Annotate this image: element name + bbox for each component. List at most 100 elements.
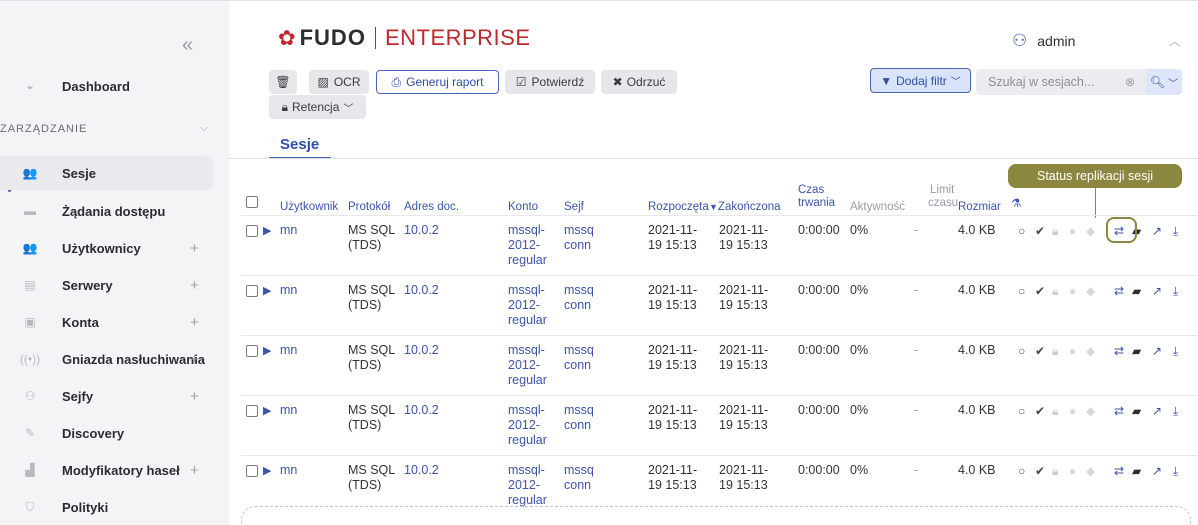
ocr-button[interactable]: ▨ OCR [309,70,369,94]
cell-safe[interactable]: mssq [564,283,594,298]
share-icon[interactable]: ↗ [1152,344,1162,358]
row-checkbox[interactable] [246,285,258,297]
column-account[interactable]: Konto [508,201,538,214]
folder-icon[interactable]: ▰ [1132,344,1141,358]
row-checkbox[interactable] [246,405,258,417]
cell-address[interactable]: 10.0.2 [404,403,439,418]
cell-safe[interactable]: mssq [564,223,594,238]
cell-account[interactable]: 2012- [508,358,540,373]
column-ended[interactable]: ▼Zakończona [709,201,781,214]
expand-row-icon[interactable]: ▶ [263,464,271,477]
folder-icon[interactable]: ▰ [1132,404,1141,418]
cell-safe[interactable]: conn [564,358,591,373]
cell-account[interactable]: 2012- [508,478,540,493]
cell-account[interactable]: mssql- [508,403,545,418]
download-icon[interactable]: ⤓ [1173,404,1178,418]
cell-account[interactable]: 2012- [508,298,540,313]
confirm-button[interactable]: ☑ Potwierdź [505,70,595,94]
cell-account[interactable]: regular [508,373,547,388]
replication-status-icon[interactable]: ⇄ [1114,464,1124,478]
tab-sessions[interactable]: Sesje [280,136,319,153]
row-checkbox[interactable] [246,345,258,357]
cell-account[interactable]: mssql- [508,463,545,478]
column-protocol[interactable]: Protokół [348,201,390,214]
sidebar-item-item[interactable]: ▤ Serwery + [0,268,229,302]
cell-safe[interactable]: conn [564,238,591,253]
add-icon[interactable]: + [190,314,199,331]
sidebar-item-item[interactable]: ⛉ Polityki [0,490,229,524]
column-started[interactable]: Rozpoczęta [648,201,709,214]
expand-row-icon[interactable]: ▶ [263,344,271,357]
cell-safe[interactable]: mssq [564,343,594,358]
delete-button[interactable]: 🗑︎ [269,70,297,94]
cell-user[interactable]: mn [280,463,297,478]
clear-search-icon[interactable]: ⊗ [1125,75,1135,89]
sidebar-item-item[interactable]: 👥 Użytkownicy + [0,231,229,265]
sidebar-item-sessions[interactable]: 👥 Sesje [0,156,213,190]
generate-report-button[interactable]: ⎙ Generuj raport [376,70,499,94]
replication-status-icon[interactable]: ⇄ [1114,284,1124,298]
collapse-sidebar-icon[interactable]: « [182,34,193,57]
column-user[interactable]: Użytkownik [280,201,338,214]
folder-icon[interactable]: ▰ [1132,284,1141,298]
add-icon[interactable]: + [190,351,199,368]
expand-row-icon[interactable]: ▶ [263,404,271,417]
add-icon[interactable]: + [190,277,199,294]
sidebar-item-item[interactable]: ✎ Discovery [0,416,229,450]
expand-row-icon[interactable]: ▶ [263,284,271,297]
column-address[interactable]: Adres doc. [404,201,459,214]
cell-user[interactable]: mn [280,223,297,238]
cell-account[interactable]: mssql- [508,283,545,298]
sidebar-item-item[interactable]: ((•)) Gniazda nasłuchiwania + [0,342,229,376]
download-icon[interactable]: ⤓ [1173,284,1178,298]
cell-user[interactable]: mn [280,283,297,298]
add-icon[interactable]: + [190,240,199,257]
download-icon[interactable]: ⤓ [1173,464,1178,478]
select-all-checkbox[interactable] [246,196,258,208]
add-icon[interactable]: + [190,462,199,479]
search-input[interactable]: Szukaj w sesjach... [988,75,1094,89]
sidebar-item-item[interactable]: ▬ Żądania dostępu [0,194,229,228]
confirmed-check-icon[interactable]: ✔ [1035,464,1045,478]
flask-icon[interactable]: ⚗ [1011,198,1021,211]
cell-safe[interactable]: conn [564,478,591,493]
search-button[interactable]: 🔍︎ ﹀ [1146,69,1182,95]
add-icon[interactable]: + [190,388,199,405]
cell-account[interactable]: regular [508,253,547,268]
column-duration-line2[interactable]: trwania [798,197,835,210]
column-size[interactable]: Rozmiar [958,201,1001,214]
confirmed-check-icon[interactable]: ✔ [1035,344,1045,358]
search-field[interactable]: Szukaj w sesjach... ⊗ 🔍︎ ﹀ [976,69,1182,95]
replication-status-icon[interactable]: ⇄ [1114,404,1124,418]
cell-user[interactable]: mn [280,403,297,418]
retention-dropdown[interactable]: 🔒︎ Retencja ﹀ [269,95,366,119]
cell-account[interactable]: regular [508,433,547,448]
row-checkbox[interactable] [246,225,258,237]
confirmed-check-icon[interactable]: ✔ [1035,404,1045,418]
cell-account[interactable]: mssql- [508,223,545,238]
download-icon[interactable]: ⤓ [1173,344,1178,358]
sidebar-item-item[interactable]: ⚇ Sejfy + [0,379,229,413]
share-icon[interactable]: ↗ [1152,464,1162,478]
confirmed-check-icon[interactable]: ✔ [1035,284,1045,298]
reject-button[interactable]: ✖ Odrzuć [601,70,677,94]
cell-safe[interactable]: mssq [564,463,594,478]
cell-account[interactable]: 2012- [508,418,540,433]
confirmed-check-icon[interactable]: ✔ [1035,224,1045,238]
folder-icon[interactable]: ▰ [1132,464,1141,478]
sidebar-item-item[interactable]: ▟ Modyfikatory haseł + [0,453,229,487]
cell-safe[interactable]: conn [564,418,591,433]
cell-address[interactable]: 10.0.2 [404,283,439,298]
cell-user[interactable]: mn [280,343,297,358]
share-icon[interactable]: ↗ [1152,224,1162,238]
cell-address[interactable]: 10.0.2 [404,463,439,478]
cell-account[interactable]: mssql- [508,343,545,358]
user-menu[interactable]: ⚇ admin ︿ [1012,31,1180,51]
section-management[interactable]: ZARZĄDZANIE ⌵ [0,119,229,141]
cell-account[interactable]: 2012- [508,238,540,253]
cell-address[interactable]: 10.0.2 [404,223,439,238]
cell-account[interactable]: regular [508,313,547,328]
cell-address[interactable]: 10.0.2 [404,343,439,358]
expand-row-icon[interactable]: ▶ [263,224,271,237]
column-duration-line1[interactable]: Czas [798,184,824,197]
